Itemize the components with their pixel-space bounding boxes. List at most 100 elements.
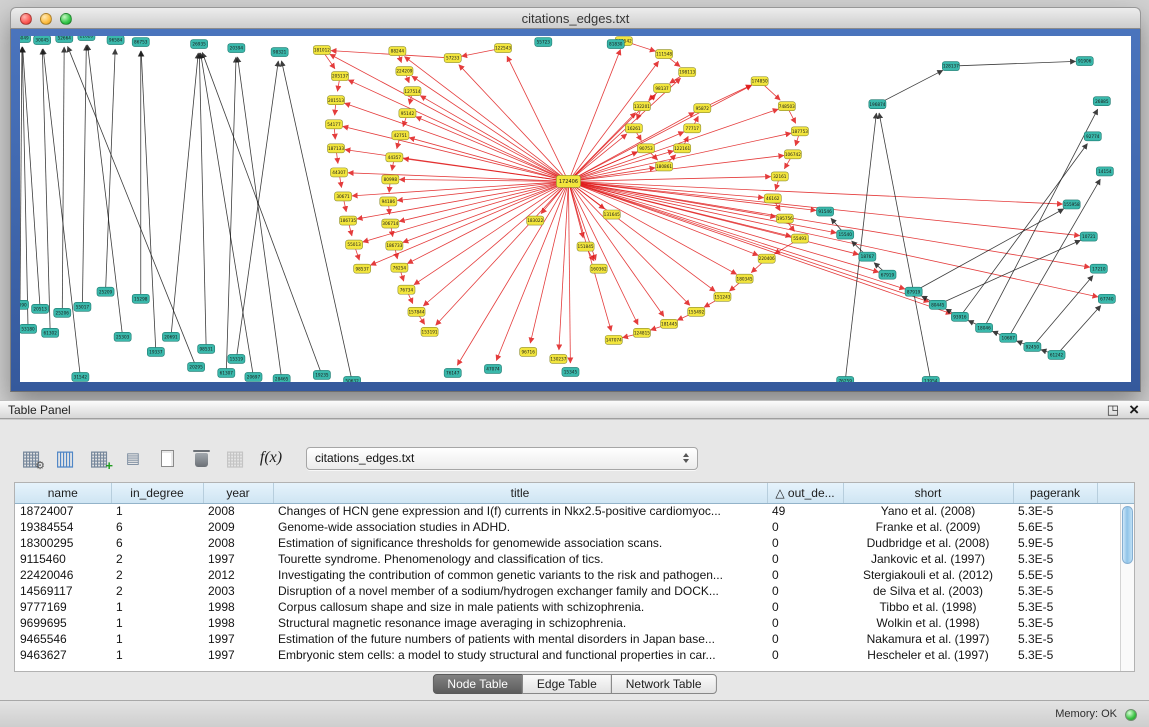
table-row[interactable]: 969969511998Structural magnetic resonanc…: [15, 615, 1134, 631]
column-header-pagerank[interactable]: pagerank: [1013, 483, 1097, 503]
table-mode-button[interactable]: ▦ ⚙: [16, 444, 46, 472]
table-cell: 0: [767, 615, 843, 631]
table-cell: 49: [767, 503, 843, 519]
table-cell: Tibbo et al. (1998): [843, 599, 1013, 615]
table-cell: 18300295: [15, 535, 111, 551]
table-cell: Franke et al. (2009): [843, 519, 1013, 535]
new-column-button[interactable]: ▦ +: [84, 444, 114, 472]
table-cell: 1: [111, 631, 203, 647]
svg-text:80998: 80998: [384, 177, 398, 182]
table-row[interactable]: 946554611997Estimation of the future num…: [15, 631, 1134, 647]
table-row[interactable]: 946362711997Embryonic stem cells: a mode…: [15, 647, 1134, 663]
column-header-name[interactable]: name: [15, 483, 111, 503]
svg-text:19235: 19235: [315, 373, 329, 378]
svg-text:122161: 122161: [674, 146, 690, 151]
svg-text:10687: 10687: [1002, 335, 1016, 340]
svg-text:52664: 52664: [58, 36, 72, 41]
memory-status-label[interactable]: Memory: OK: [1055, 701, 1117, 727]
network-canvas[interactable]: 1724068824422420912751495142427514435780…: [20, 36, 1131, 382]
svg-text:76259: 76259: [839, 379, 853, 382]
table-row[interactable]: 1938455462009Genome-wide association stu…: [15, 519, 1134, 535]
table-cell: 1997: [203, 647, 273, 663]
table-cell: 19384554: [15, 519, 111, 535]
svg-text:54177: 54177: [327, 122, 341, 127]
table-row[interactable]: 1872400712008Changes of HCN gene express…: [15, 503, 1134, 519]
column-header-filler: [1097, 483, 1134, 503]
column-header-out-de[interactable]: △ out_de...: [767, 483, 843, 503]
delete-table-button[interactable]: [186, 444, 216, 472]
window-titlebar[interactable]: citations_edges.txt: [10, 7, 1141, 29]
svg-text:195756: 195756: [777, 216, 793, 221]
svg-text:17210: 17210: [1092, 266, 1106, 271]
scrollbar-thumb[interactable]: [1122, 506, 1133, 564]
table-cell: 1: [111, 615, 203, 631]
tab-edge-table[interactable]: Edge Table: [522, 674, 612, 694]
table-row[interactable]: 977716911998Corpus callosum shape and si…: [15, 599, 1134, 615]
table-selector-dropdown[interactable]: citations_edges.txt: [306, 447, 698, 470]
table-scrollbar[interactable]: [1120, 504, 1134, 671]
float-panel-icon[interactable]: ◳: [1107, 402, 1119, 417]
table-cell: Wolkin et al. (1998): [843, 615, 1013, 631]
svg-text:76734: 76734: [400, 287, 414, 292]
table-row[interactable]: 911546021997Tourette syndrome. Phenomeno…: [15, 551, 1134, 567]
table-row[interactable]: 2242004622012Investigating the contribut…: [15, 567, 1134, 583]
svg-text:50632: 50632: [345, 379, 359, 382]
table-cell: 2: [111, 551, 203, 567]
svg-text:186733: 186733: [386, 243, 402, 248]
svg-text:88244: 88244: [391, 49, 405, 54]
minimize-window-button[interactable]: [40, 13, 52, 25]
table-cell: Jankovic et al. (1997): [843, 551, 1013, 567]
svg-text:128137: 128137: [943, 64, 959, 69]
close-window-button[interactable]: [20, 13, 32, 25]
network-canvas-svg[interactable]: 1724068824422420912751495142427514435780…: [20, 36, 1131, 382]
svg-text:155958: 155958: [1064, 202, 1080, 207]
svg-text:53180: 53180: [21, 326, 35, 331]
svg-text:20691: 20691: [164, 334, 178, 339]
column-header-short[interactable]: short: [843, 483, 1013, 503]
svg-text:10721: 10721: [1082, 234, 1096, 239]
show-columns-button[interactable]: ▥: [50, 444, 80, 472]
svg-text:25303: 25303: [116, 334, 130, 339]
column-header-in-degree[interactable]: in_degree: [111, 483, 203, 503]
svg-text:196874: 196874: [869, 102, 885, 107]
table-cell: 5.3E-5: [1013, 551, 1097, 567]
svg-text:15345: 15345: [564, 370, 578, 375]
network-window: citations_edges.txt 17240688244224209127…: [10, 7, 1141, 392]
svg-text:98531: 98531: [199, 347, 213, 352]
svg-text:25209: 25209: [99, 289, 113, 294]
row-options-button[interactable]: ▤: [118, 444, 148, 472]
memory-status-icon[interactable]: [1125, 709, 1137, 721]
table-cell: Tourette syndrome. Phenomenology and cla…: [273, 551, 767, 567]
column-header-title[interactable]: title: [273, 483, 767, 503]
svg-text:174850: 174850: [752, 79, 768, 84]
svg-text:147074: 147074: [606, 337, 622, 342]
tab-network-table[interactable]: Network Table: [611, 674, 717, 694]
table-cell: 0: [767, 551, 843, 567]
fx-icon: f(x): [260, 449, 282, 467]
table-cell: 1998: [203, 615, 273, 631]
table-cell: 9115460: [15, 551, 111, 567]
table-row[interactable]: 1830029562008Estimation of significance …: [15, 535, 1134, 551]
svg-text:186735: 186735: [340, 218, 356, 223]
svg-text:55493: 55493: [793, 236, 807, 241]
table-cell: Corpus callosum shape and size in male p…: [273, 599, 767, 615]
svg-text:30045: 30045: [35, 38, 49, 43]
table-cell: Changes of HCN gene expression and I(f) …: [273, 503, 767, 519]
tab-node-table[interactable]: Node Table: [432, 674, 523, 694]
table-cell: 5.6E-5: [1013, 519, 1097, 535]
new-table-button[interactable]: [152, 444, 182, 472]
svg-text:55017: 55017: [76, 304, 90, 309]
table-row[interactable]: 1456911722003Disruption of a novel membe…: [15, 583, 1134, 599]
svg-text:127514: 127514: [404, 89, 420, 94]
svg-text:111548: 111548: [656, 52, 672, 57]
svg-text:18767: 18767: [861, 254, 875, 259]
zoom-window-button[interactable]: [60, 13, 72, 25]
table-cell: 9465546: [15, 631, 111, 647]
function-builder-button[interactable]: f(x): [254, 444, 288, 472]
svg-text:14154: 14154: [1098, 169, 1112, 174]
svg-text:151845: 151845: [578, 244, 594, 249]
svg-text:30671: 30671: [336, 194, 350, 199]
column-header-year[interactable]: year: [203, 483, 273, 503]
close-panel-icon[interactable]: ×: [1129, 402, 1139, 417]
table-cell: 2008: [203, 535, 273, 551]
